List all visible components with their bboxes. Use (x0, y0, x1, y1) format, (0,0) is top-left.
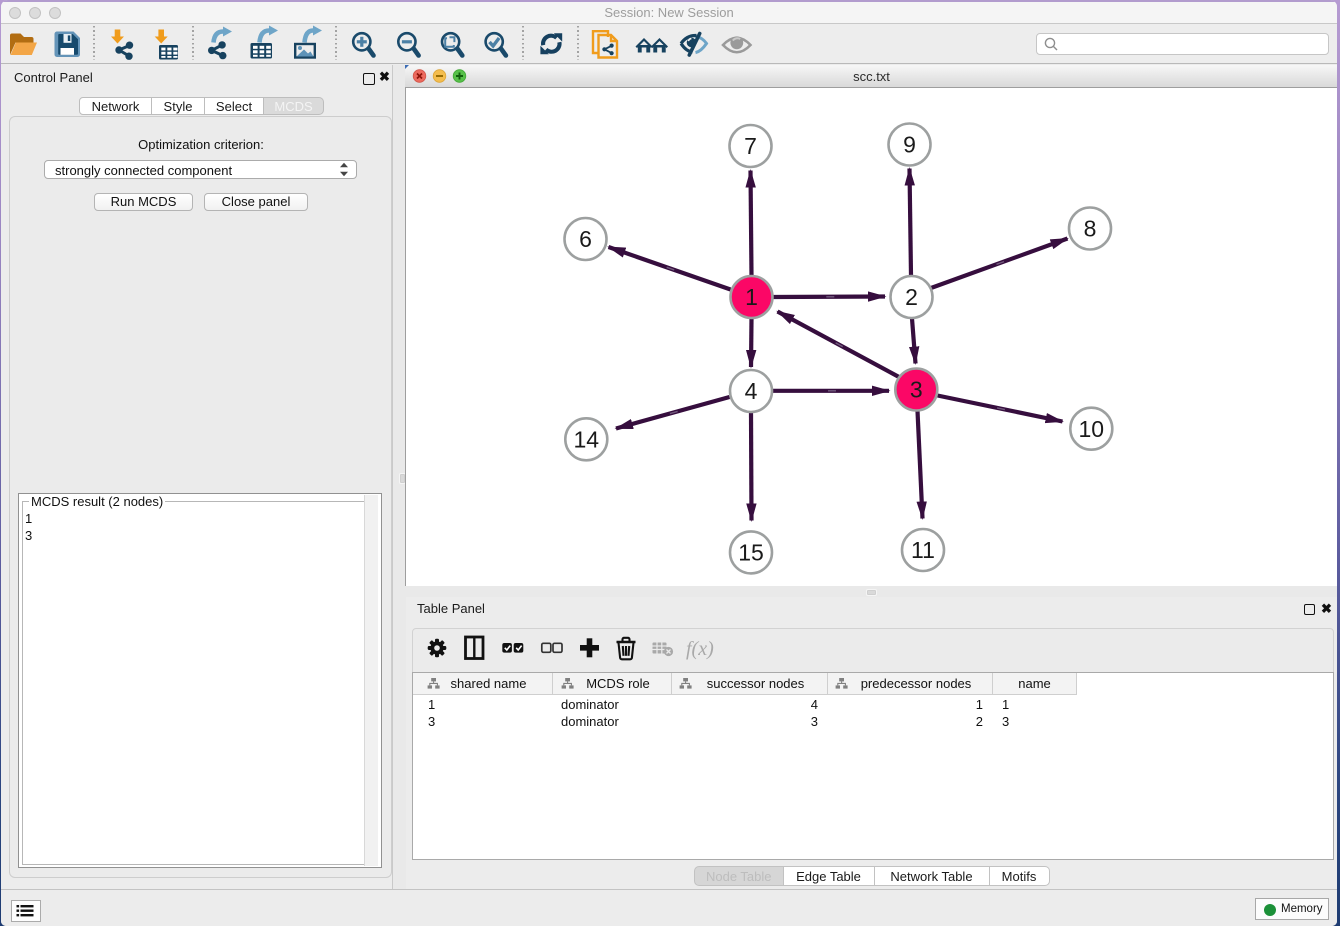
svg-text:8: 8 (1084, 216, 1097, 242)
svg-text:6: 6 (579, 226, 592, 252)
svg-text:7: 7 (744, 133, 757, 159)
svg-text:f(x): f(x) (686, 638, 714, 660)
svg-text:10: 10 (1079, 416, 1105, 442)
svg-text:15: 15 (738, 540, 764, 566)
svg-text:1: 1 (745, 284, 758, 310)
svg-text:11: 11 (911, 537, 935, 563)
svg-text:4: 4 (745, 378, 758, 404)
svg-text:14: 14 (574, 427, 600, 453)
svg-text:9: 9 (903, 132, 916, 158)
svg-text:2: 2 (905, 284, 918, 310)
svg-text:3: 3 (910, 377, 923, 403)
